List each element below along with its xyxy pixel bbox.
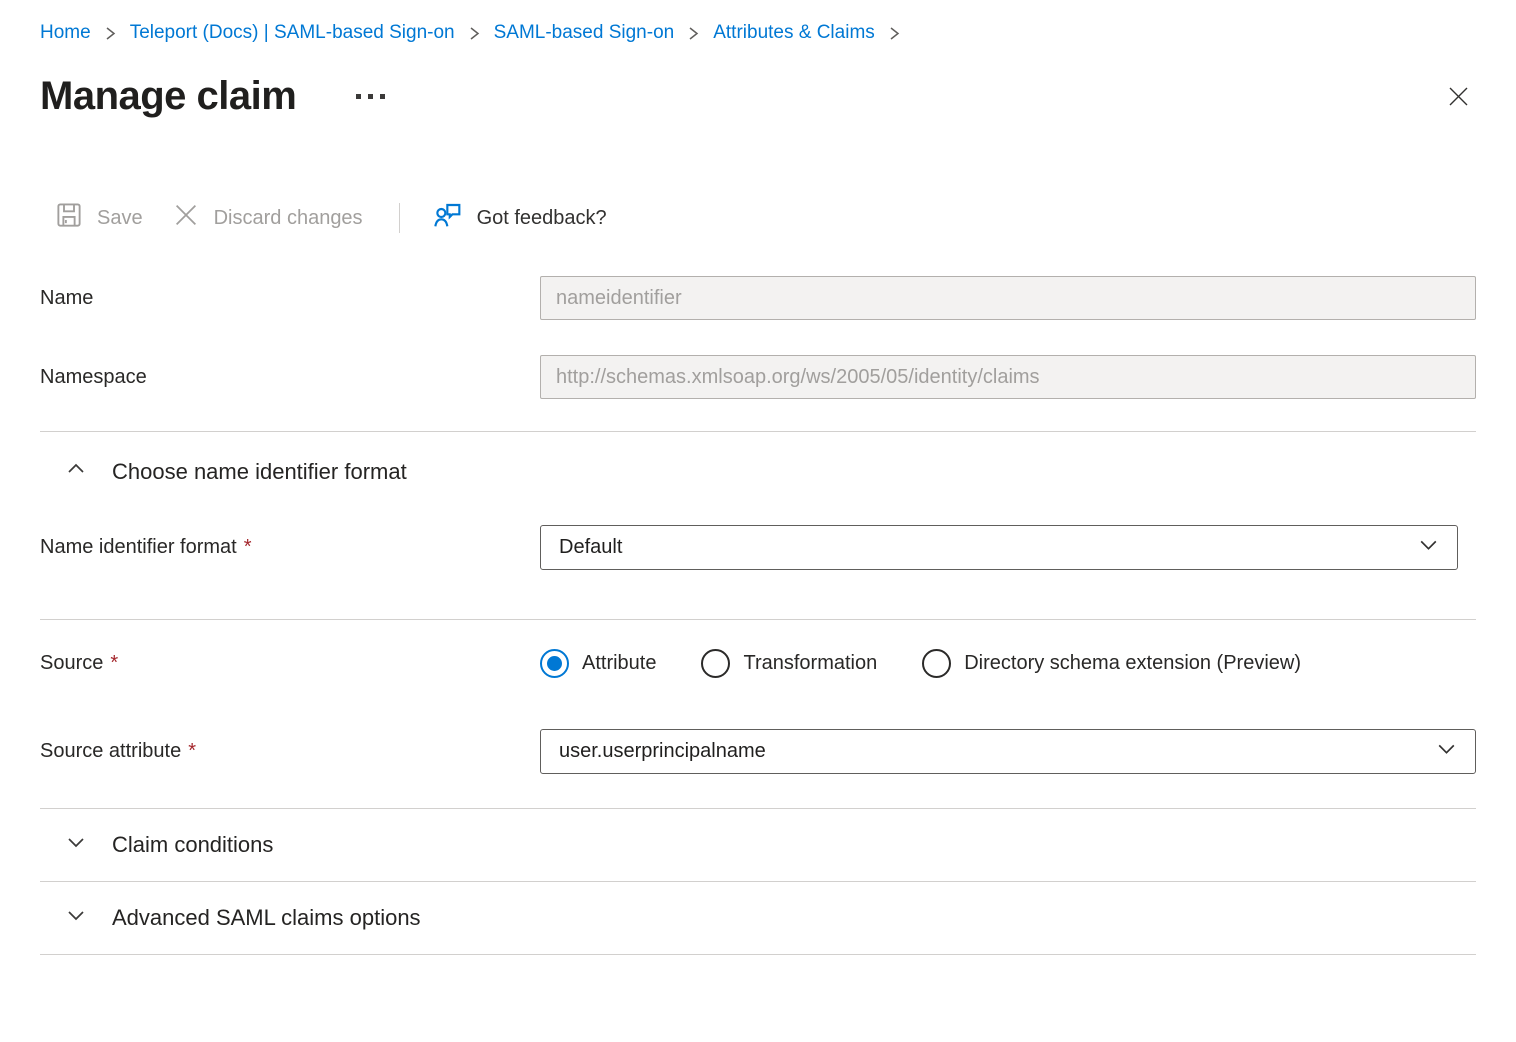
breadcrumb-saml-signon-link[interactable]: SAML-based Sign-on [494, 22, 675, 44]
command-bar: Save Discard changes Got feedback? [40, 194, 1476, 242]
more-options-icon[interactable] [350, 88, 391, 105]
dropdown-selected-value: Default [559, 536, 622, 559]
got-feedback-button[interactable]: Got feedback? [418, 193, 621, 243]
manage-claim-pane: Home Teleport (Docs) | SAML-based Sign-o… [0, 0, 1516, 955]
chevron-down-icon [1434, 736, 1459, 767]
radio-button-icon [540, 649, 569, 678]
discard-changes-button[interactable]: Discard changes [157, 194, 377, 242]
breadcrumb-home-link[interactable]: Home [40, 22, 91, 44]
section-choose-name-identifier-format[interactable]: Choose name identifier format [40, 440, 1476, 504]
chevron-right-icon [888, 25, 901, 42]
name-identifier-format-dropdown[interactable]: Default [540, 525, 1458, 570]
name-identifier-format-label: Name identifier format* [40, 536, 540, 559]
section-title: Claim conditions [112, 832, 273, 858]
save-icon [54, 200, 84, 236]
save-button-label: Save [97, 207, 143, 230]
namespace-input[interactable] [540, 355, 1476, 399]
divider [40, 431, 1476, 432]
section-title: Choose name identifier format [112, 459, 407, 485]
radio-directory-schema-extension[interactable]: Directory schema extension (Preview) [922, 649, 1301, 678]
section-advanced-saml-claims-options[interactable]: Advanced SAML claims options [40, 882, 1476, 954]
required-asterisk: * [244, 536, 252, 558]
name-input[interactable] [540, 276, 1476, 320]
radio-button-icon [922, 649, 951, 678]
got-feedback-label: Got feedback? [477, 207, 607, 230]
chevron-down-icon [64, 830, 88, 860]
source-attribute-row: Source attribute* user.userprincipalname [40, 729, 1476, 774]
source-attribute-label: Source attribute* [40, 740, 540, 763]
source-attribute-dropdown[interactable]: user.userprincipalname [540, 729, 1476, 774]
name-field-row: Name [40, 276, 1476, 320]
chevron-up-icon [64, 457, 88, 487]
divider [40, 954, 1476, 955]
radio-label: Attribute [582, 652, 656, 675]
radio-label: Transformation [743, 652, 877, 675]
chevron-right-icon [104, 25, 117, 42]
source-radio-group: Attribute Transformation Directory schem… [540, 649, 1301, 678]
name-identifier-format-row: Name identifier format* Default [40, 525, 1476, 570]
close-icon[interactable] [1441, 79, 1476, 114]
breadcrumb: Home Teleport (Docs) | SAML-based Sign-o… [40, 0, 1476, 44]
source-row: Source* Attribute Transformation Directo… [40, 641, 1476, 686]
namespace-field-row: Namespace [40, 355, 1476, 399]
radio-label: Directory schema extension (Preview) [964, 652, 1301, 675]
radio-button-icon [701, 649, 730, 678]
source-label: Source* [40, 652, 540, 675]
required-asterisk: * [188, 740, 196, 762]
breadcrumb-attributes-claims-link[interactable]: Attributes & Claims [713, 22, 875, 44]
namespace-label: Namespace [40, 366, 540, 389]
divider [40, 619, 1476, 620]
chevron-down-icon [1416, 532, 1441, 563]
page-title: Manage claim [40, 70, 296, 122]
x-icon [171, 200, 201, 236]
section-claim-conditions[interactable]: Claim conditions [40, 809, 1476, 881]
radio-transformation[interactable]: Transformation [701, 649, 877, 678]
name-label: Name [40, 287, 540, 310]
toolbar-divider [399, 203, 400, 233]
required-asterisk: * [110, 652, 118, 674]
section-title: Advanced SAML claims options [112, 905, 421, 931]
radio-attribute[interactable]: Attribute [540, 649, 656, 678]
feedback-icon [432, 199, 464, 237]
chevron-right-icon [687, 25, 700, 42]
dropdown-selected-value: user.userprincipalname [559, 740, 766, 763]
chevron-down-icon [64, 903, 88, 933]
chevron-right-icon [468, 25, 481, 42]
save-button[interactable]: Save [40, 194, 157, 242]
breadcrumb-app-link[interactable]: Teleport (Docs) | SAML-based Sign-on [130, 22, 455, 44]
discard-changes-label: Discard changes [214, 207, 363, 230]
title-row: Manage claim [40, 70, 1476, 122]
